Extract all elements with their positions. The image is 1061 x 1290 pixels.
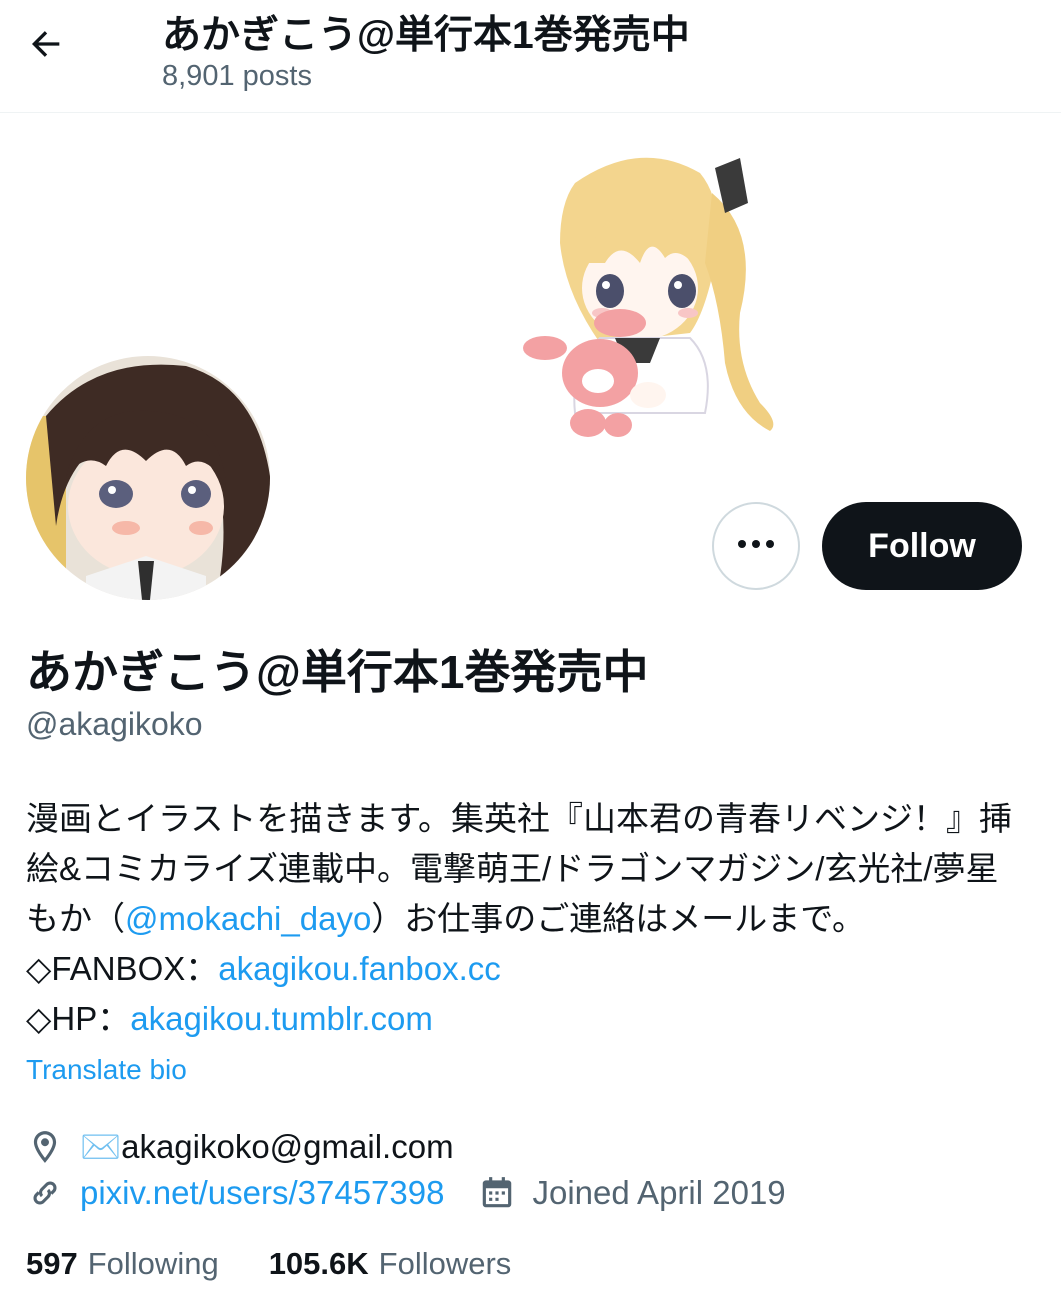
- following-label: Following: [87, 1246, 219, 1281]
- profile-bio: 漫画とイラストを描きます。集英社『山本君の青春リベンジ！』挿絵&コミカライズ連載…: [26, 794, 1026, 1044]
- bio-mention-link[interactable]: @mokachi_dayo: [125, 900, 371, 937]
- profile-handle: @akagikoko: [26, 706, 203, 742]
- link-icon: [26, 1174, 64, 1212]
- header-post-count: 8,901 posts: [162, 60, 312, 92]
- calendar-icon: [478, 1174, 516, 1212]
- top-bar: あかぎこう@単行本1巻発売中 8,901 posts: [0, 0, 1061, 113]
- more-dots-icon: [736, 537, 776, 555]
- profile-meta-row: pixiv.net/users/37457398 Joined April 20…: [26, 1170, 786, 1216]
- bio-text-3: ◇HP：: [26, 1000, 131, 1037]
- profile-stats: 597 Following 105.6K Followers: [26, 1246, 511, 1282]
- more-options-button[interactable]: [712, 502, 800, 590]
- translate-bio-button[interactable]: Translate bio: [26, 1054, 187, 1086]
- profile-display-name: あかぎこう@単行本1巻発売中: [26, 646, 649, 698]
- header-title: あかぎこう@単行本1巻発売中: [162, 14, 690, 57]
- follow-button[interactable]: Follow: [822, 502, 1022, 590]
- profile-avatar[interactable]: [26, 356, 270, 600]
- profile-website-link[interactable]: pixiv.net/users/37457398: [80, 1174, 444, 1212]
- following-count: 597: [26, 1246, 78, 1281]
- avatar-illustration: [26, 356, 270, 600]
- followers-label: Followers: [378, 1246, 512, 1281]
- arrow-left-icon: [26, 24, 66, 69]
- profile-location: ✉️akagikoko@gmail.com: [80, 1127, 454, 1165]
- bio-fanbox-link[interactable]: akagikou.fanbox.cc: [218, 950, 501, 987]
- followers-count: 105.6K: [268, 1246, 369, 1281]
- location-pin-icon: [26, 1128, 64, 1166]
- profile-joined-date: Joined April 2019: [532, 1174, 786, 1211]
- following-link[interactable]: 597 Following: [26, 1246, 219, 1282]
- back-button[interactable]: [18, 18, 74, 74]
- followers-link[interactable]: 105.6K Followers: [269, 1246, 512, 1282]
- bio-hp-link[interactable]: akagikou.tumblr.com: [130, 1000, 433, 1037]
- profile-location-row: ✉️akagikoko@gmail.com: [26, 1124, 454, 1170]
